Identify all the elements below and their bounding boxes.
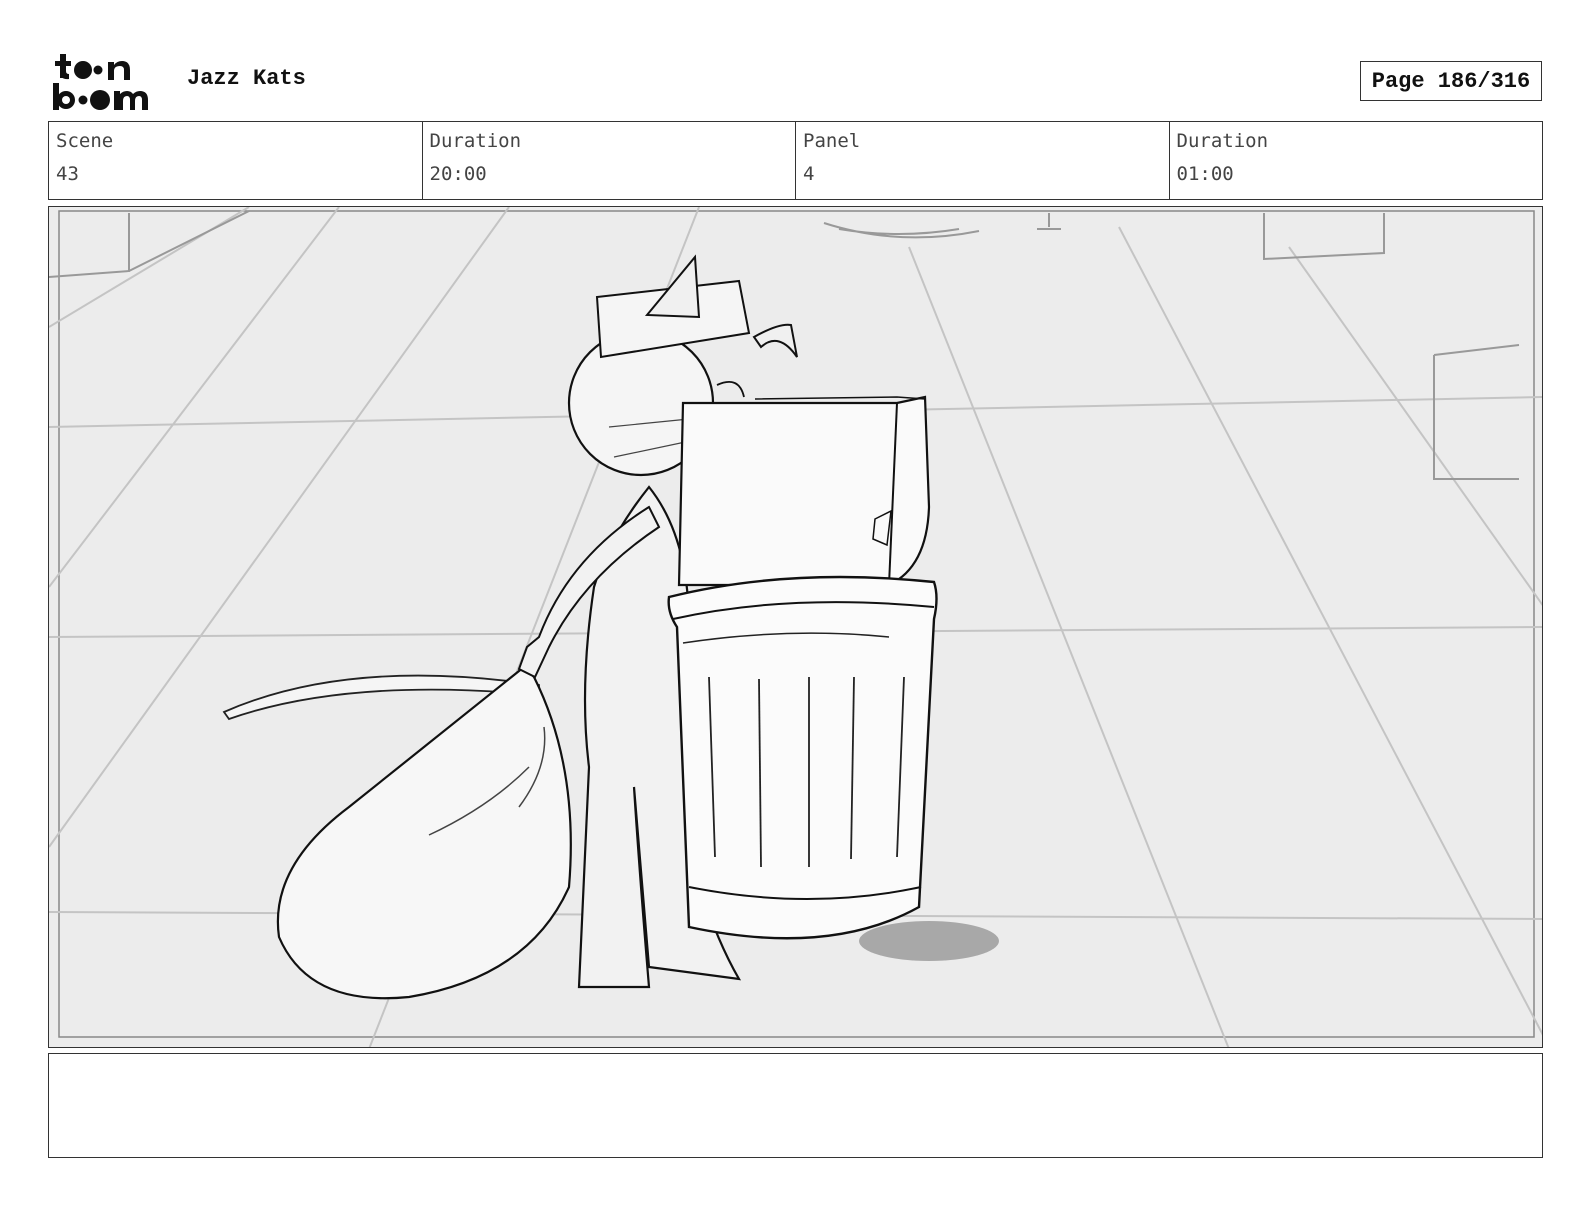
toon-boom-logo-icon: [53, 54, 148, 110]
panel-duration-value: 01:00: [1176, 163, 1234, 185]
scene-value: 43: [56, 163, 79, 185]
panel-duration-label: Duration: [1176, 130, 1269, 152]
panel-info-table: Scene 43 Duration 20:00 Panel 4 Duration…: [48, 121, 1543, 200]
panel-notes-box: [48, 1053, 1543, 1158]
panel-value: 4: [803, 163, 815, 185]
scene-cell: Scene 43: [49, 122, 423, 199]
storyboard-panel: [48, 206, 1543, 1048]
toon-boom-logo: [50, 52, 165, 112]
panel-cell: Panel 4: [796, 122, 1170, 199]
scene-label: Scene: [56, 130, 114, 152]
scene-duration-cell: Duration 20:00: [423, 122, 796, 199]
panel-duration-cell: Duration 01:00: [1170, 122, 1543, 199]
project-title: Jazz Kats: [187, 66, 306, 91]
storyboard-sketch-image: [49, 207, 1542, 1047]
panel-label: Panel: [803, 130, 861, 152]
scene-duration-value: 20:00: [429, 163, 487, 185]
page-indicator: Page 186/316: [1360, 61, 1542, 101]
scene-duration-label: Duration: [429, 130, 522, 152]
